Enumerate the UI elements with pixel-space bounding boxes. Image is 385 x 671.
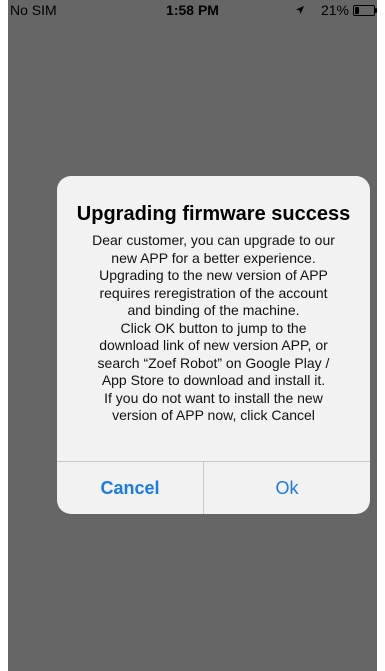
status-right-group: 21% [295,0,377,20]
message-line: requires reregistration of the account [99,284,328,301]
message-line: version of APP now, click Cancel [112,407,315,423]
screen-backdrop: No SIM 1:58 PM 21% Upgrading firmware su… [8,0,377,671]
message-line: Dear customer, you can upgrade to our [92,232,335,248]
message-line: search “Zoef Robot” on Google Play / [97,354,330,371]
battery-icon [353,4,377,16]
dialog-message: Dear customer, you can upgrade to our ne… [71,232,356,425]
message-line: Upgrading to the new version of APP [99,267,328,283]
bluetooth-icon [309,4,317,16]
battery-percent: 21% [320,2,349,18]
ok-button[interactable]: Ok [204,462,370,514]
message-line: download link of new version APP, or [99,337,328,353]
message-line: App Store to download and install it. [101,372,326,388]
location-arrow-icon [295,5,305,15]
message-line: and binding of the machine. [127,302,300,318]
alert-dialog: Upgrading firmware success Dear customer… [57,176,370,514]
cancel-button[interactable]: Cancel [57,462,203,514]
message-line: Click OK button to jump to the [120,319,307,336]
battery-level [355,6,359,14]
message-line: If you do not want to install the new [104,389,323,406]
status-bar: No SIM 1:58 PM 21% [8,0,377,20]
message-line: new APP for a better experience. [111,249,316,266]
dialog-title: Upgrading firmware success [76,203,351,225]
